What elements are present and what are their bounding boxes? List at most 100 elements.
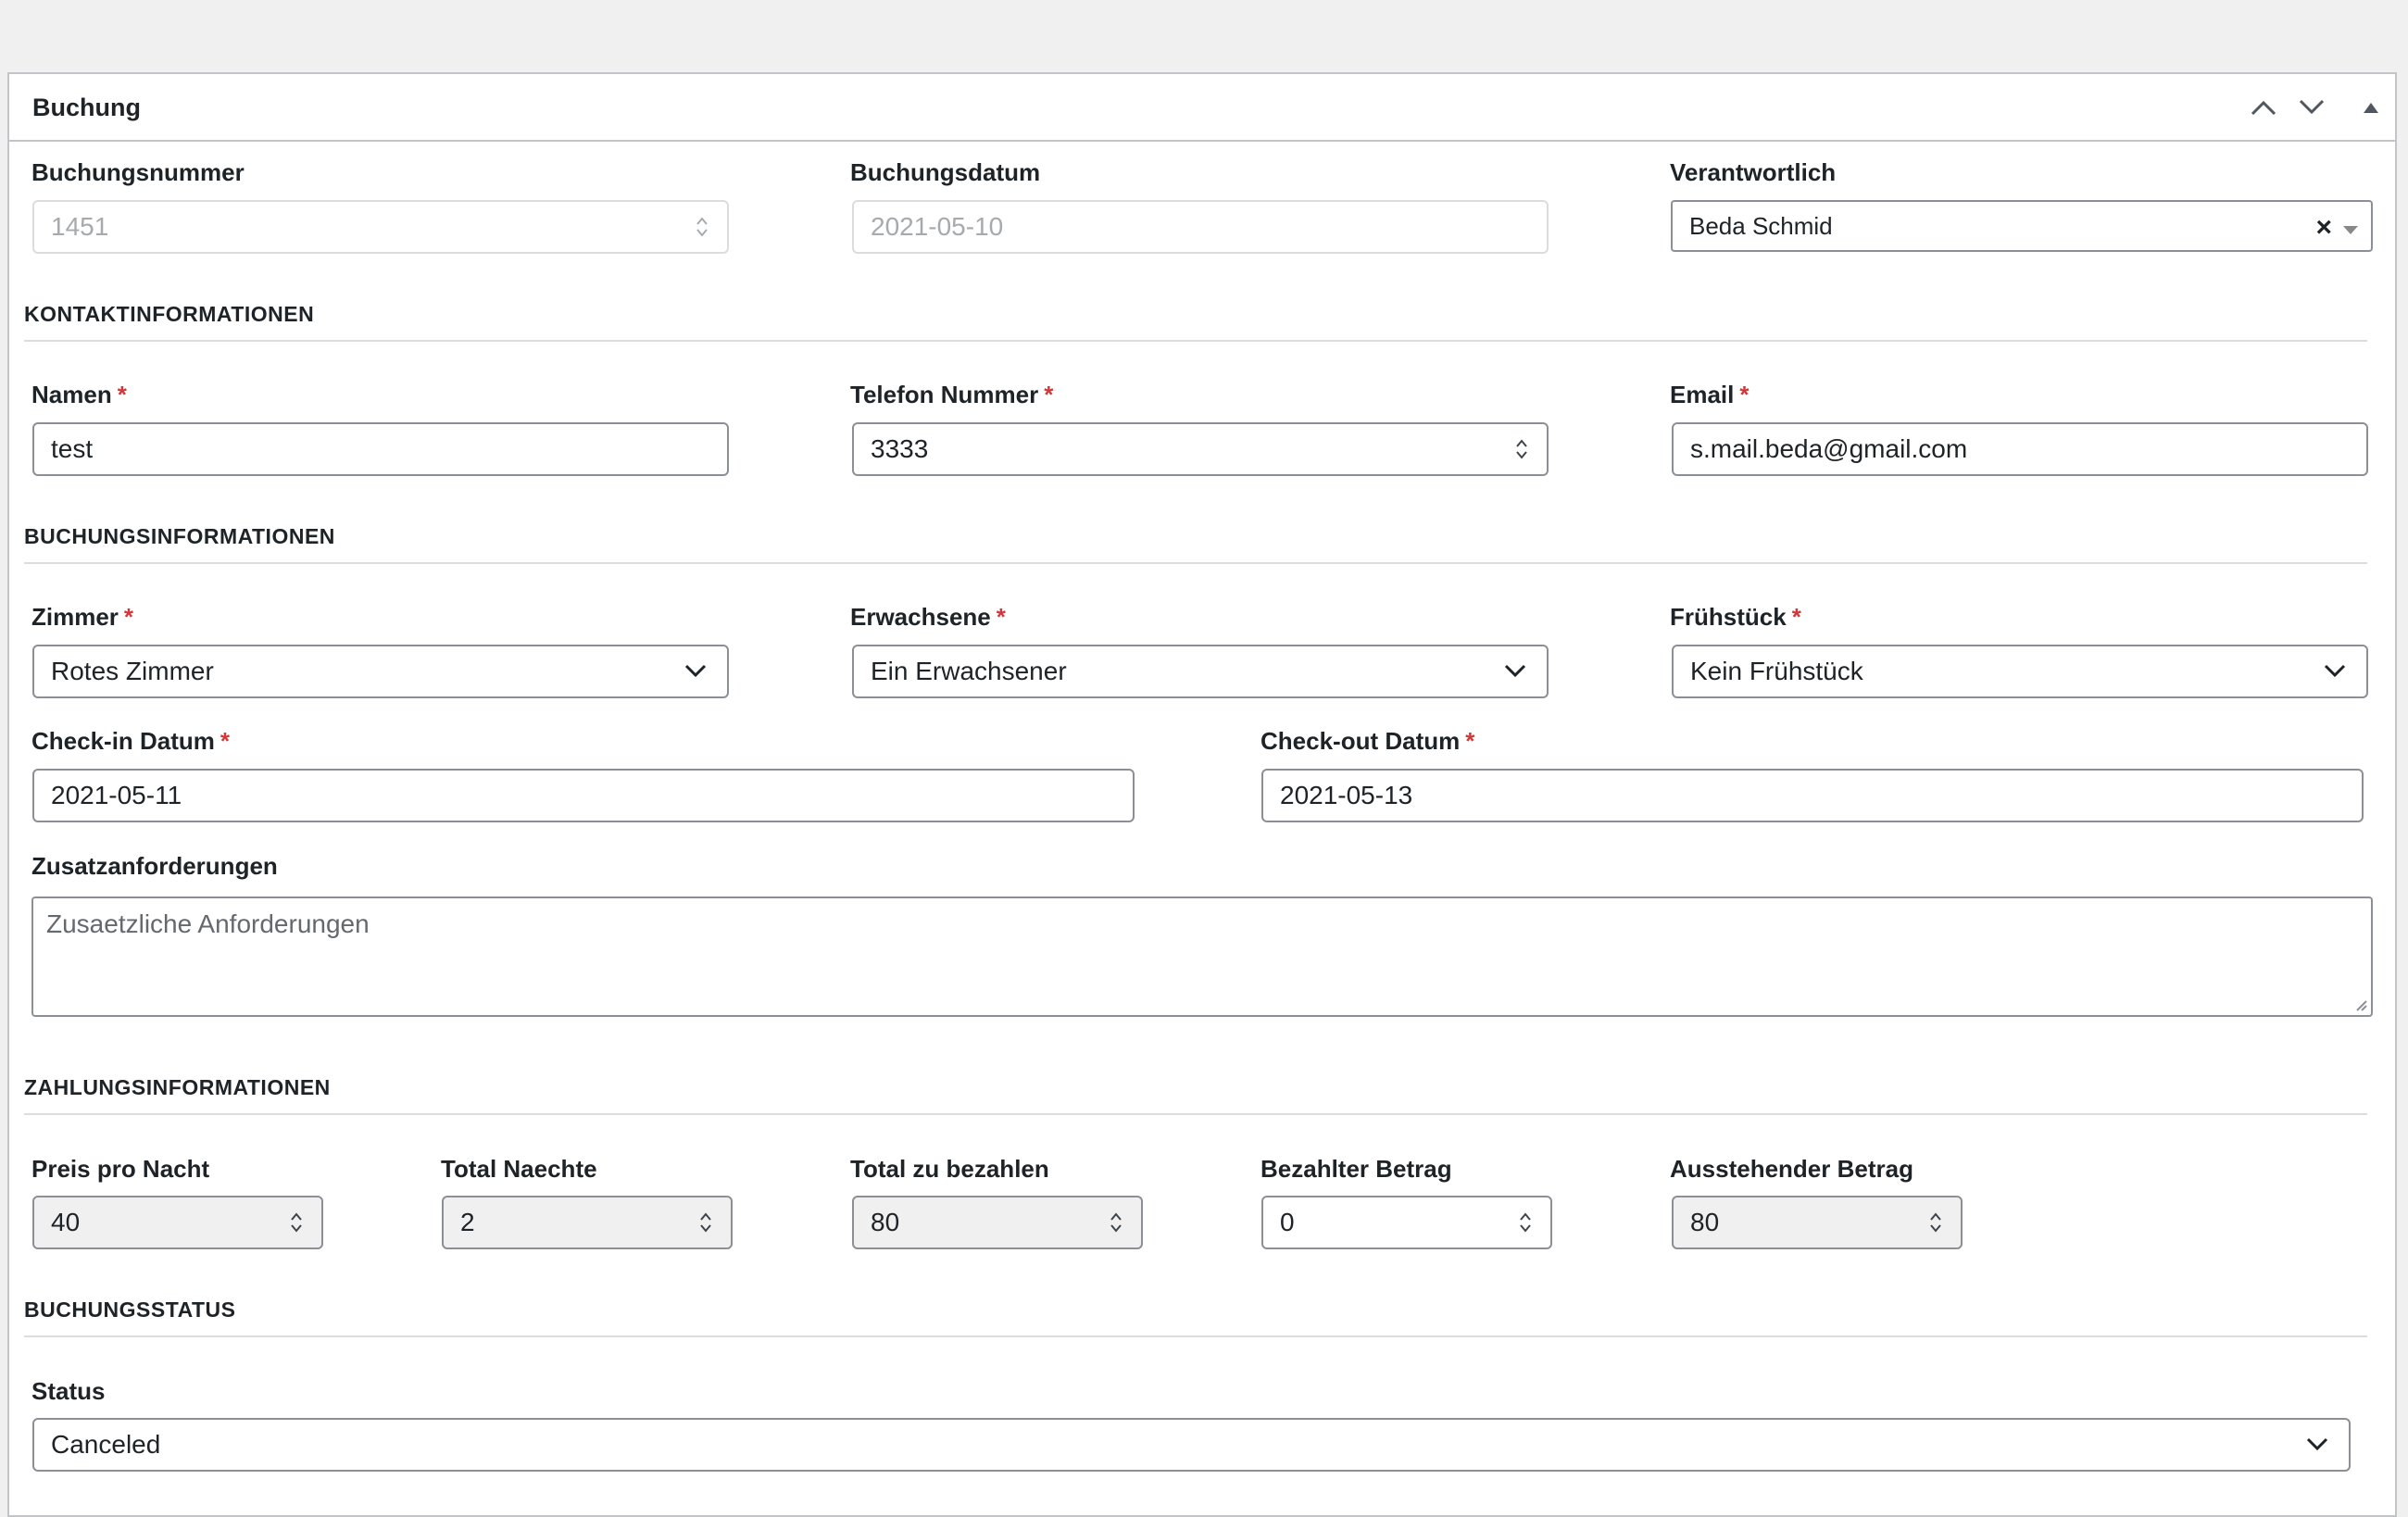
status-select[interactable]: Canceled <box>32 1418 2351 1472</box>
toggle-panel-button[interactable] <box>2351 87 2391 128</box>
nights-value: 2 <box>460 1208 475 1236</box>
spinner-icon <box>699 1210 712 1235</box>
extras-textarea[interactable]: Zusaetzliche Anforderungen <box>31 896 2373 1017</box>
breakfast-label-text: Frühstück <box>1670 603 1787 631</box>
booking-date-field: 2021-05-10 <box>852 200 1549 254</box>
phone-value: 3333 <box>871 434 929 463</box>
booking-heading: BUCHUNGSINFORMATIONEN <box>24 524 335 548</box>
extras-label: Zusatzanforderungen <box>31 852 278 880</box>
breakfast-select[interactable]: Kein Frühstück <box>1672 645 2368 698</box>
responsible-label: Verantwortlich <box>1670 158 1837 186</box>
price-label: Preis pro Nacht <box>31 1155 210 1183</box>
name-label-text: Namen <box>31 381 112 408</box>
chevron-down-icon <box>2324 663 2346 678</box>
price-field: 40 <box>32 1196 323 1249</box>
required-marker: * <box>1739 381 1750 408</box>
paid-input[interactable]: 0 <box>1261 1196 1552 1249</box>
checkout-value: 2021-05-13 <box>1280 781 1413 809</box>
room-label: Zimmer * <box>31 602 133 632</box>
booking-number-label: Buchungsnummer <box>31 158 245 186</box>
checkout-date-input[interactable]: 2021-05-13 <box>1261 769 2364 822</box>
required-marker: * <box>996 603 1006 631</box>
room-value: Rotes Zimmer <box>51 657 214 685</box>
total-field: 80 <box>852 1196 1143 1249</box>
chevron-down-icon <box>1504 663 1526 678</box>
status-label: Status <box>31 1377 106 1405</box>
name-input[interactable]: test <box>32 422 729 476</box>
checkin-label-text: Check-in Datum <box>31 727 215 755</box>
price-value: 40 <box>51 1208 81 1236</box>
status-heading: BUCHUNGSSTATUS <box>24 1298 236 1322</box>
booking-date-label: Buchungsdatum <box>850 158 1041 186</box>
phone-label-text: Telefon Nummer <box>850 381 1039 408</box>
dropdown-arrow-icon <box>2343 226 2358 234</box>
move-up-button[interactable] <box>2243 87 2284 128</box>
room-label-text: Zimmer <box>31 603 119 631</box>
extras-placeholder: Zusaetzliche Anforderungen <box>46 909 370 938</box>
nights-field: 2 <box>442 1196 733 1249</box>
total-value: 80 <box>871 1208 900 1236</box>
outstanding-field: 80 <box>1672 1196 1963 1249</box>
payment-heading: ZAHLUNGSINFORMATIONEN <box>24 1075 331 1099</box>
outstanding-label: Ausstehender Betrag <box>1670 1155 1913 1183</box>
total-label: Total zu bezahlen <box>850 1155 1049 1183</box>
outstanding-value: 80 <box>1690 1208 1720 1236</box>
name-value: test <box>51 434 94 463</box>
checkout-label-text: Check-out Datum <box>1260 727 1461 755</box>
name-label: Namen * <box>31 380 127 409</box>
status-divider <box>24 1335 2367 1337</box>
email-value: s.mail.beda@gmail.com <box>1690 434 1968 463</box>
booking-number-field: 1451 <box>32 200 729 254</box>
panel-header: Buchung <box>9 74 2395 142</box>
spinner-icon <box>290 1210 303 1235</box>
email-input[interactable]: s.mail.beda@gmail.com <box>1672 422 2368 476</box>
contact-heading: KONTAKTINFORMATIONEN <box>24 302 315 326</box>
paid-value: 0 <box>1280 1208 1295 1236</box>
triangle-up-icon <box>2364 103 2378 113</box>
responsible-select[interactable]: Beda Schmid × <box>1671 200 2373 252</box>
email-label: Email * <box>1670 380 1750 409</box>
booking-divider <box>24 562 2367 564</box>
chevron-down-icon <box>2306 1436 2328 1451</box>
checkin-date-input[interactable]: 2021-05-11 <box>32 769 1135 822</box>
spinner-icon <box>696 215 709 239</box>
required-marker: * <box>117 381 127 408</box>
adults-label-text: Erwachsene <box>850 603 991 631</box>
chevron-up-icon <box>2251 100 2276 116</box>
phone-label: Telefon Nummer * <box>850 380 1053 409</box>
spinner-icon[interactable] <box>1515 437 1528 461</box>
spinner-icon <box>1110 1210 1122 1235</box>
clear-selection-icon[interactable]: × <box>2315 211 2332 244</box>
booking-date-value: 2021-05-10 <box>871 212 1004 241</box>
nights-label: Total Naechte <box>441 1155 597 1183</box>
spinner-icon <box>1929 1210 1942 1235</box>
move-down-button[interactable] <box>2291 87 2332 128</box>
checkout-label: Check-out Datum * <box>1260 726 1474 756</box>
required-marker: * <box>123 603 134 631</box>
adults-select[interactable]: Ein Erwachsener <box>852 645 1549 698</box>
paid-label: Bezahlter Betrag <box>1260 1155 1452 1183</box>
contact-divider <box>24 340 2367 342</box>
required-marker: * <box>1465 727 1475 755</box>
phone-input[interactable]: 3333 <box>852 422 1549 476</box>
adults-value: Ein Erwachsener <box>871 657 1067 685</box>
responsible-value: Beda Schmid <box>1689 212 1833 240</box>
email-label-text: Email <box>1670 381 1735 408</box>
required-marker: * <box>1044 381 1054 408</box>
required-marker: * <box>219 727 231 755</box>
status-value: Canceled <box>51 1430 161 1459</box>
payment-divider <box>24 1113 2367 1115</box>
breakfast-value: Kein Frühstück <box>1690 657 1863 685</box>
checkin-value: 2021-05-11 <box>51 781 182 809</box>
spinner-icon[interactable] <box>1519 1210 1532 1235</box>
breakfast-label: Frühstück * <box>1670 602 1801 632</box>
panel-title: Buchung <box>32 94 141 121</box>
chevron-down-icon <box>684 663 707 678</box>
booking-number-value: 1451 <box>51 212 109 241</box>
chevron-down-icon <box>2299 99 2325 115</box>
resize-handle-icon[interactable] <box>2352 997 2367 1011</box>
checkin-label: Check-in Datum * <box>31 726 230 756</box>
room-select[interactable]: Rotes Zimmer <box>32 645 729 698</box>
required-marker: * <box>1791 603 1801 631</box>
adults-label: Erwachsene * <box>850 602 1006 632</box>
